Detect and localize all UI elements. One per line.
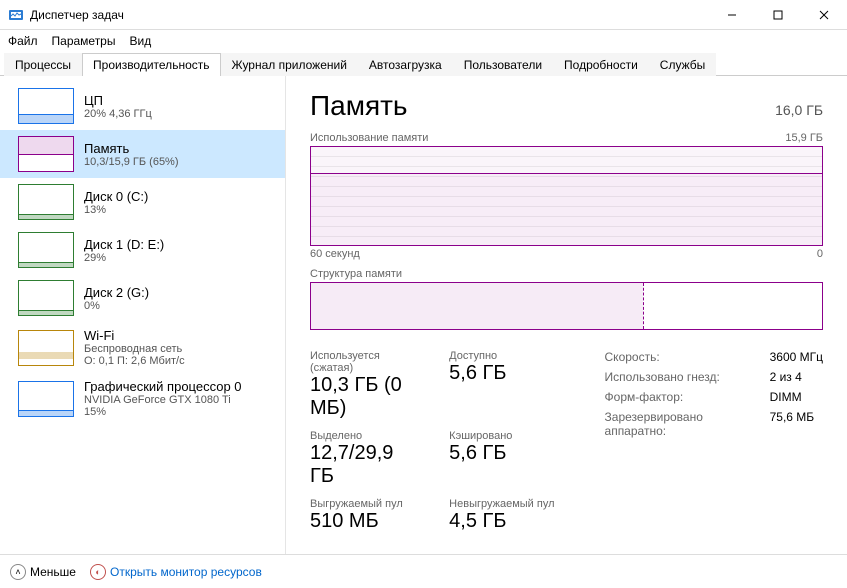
disk-thumb-icon xyxy=(18,280,74,316)
maximize-button[interactable] xyxy=(755,0,801,29)
sidebar-item-sub: Беспроводная сеть xyxy=(84,343,185,355)
menubar: Файл Параметры Вид xyxy=(0,30,847,52)
detail-total: 16,0 ГБ xyxy=(775,102,823,118)
detail-pane: Память 16,0 ГБ Использование памяти 15,9… xyxy=(286,76,847,554)
tab-startup[interactable]: Автозагрузка xyxy=(358,53,453,76)
stats-left: Используется (сжатая)10,3 ГБ (0 МБ) Дост… xyxy=(310,350,555,533)
usage-label: Использование памяти xyxy=(310,132,428,144)
stat-key: Доступно xyxy=(449,350,554,362)
sidebar-item-sub2: 15% xyxy=(84,406,242,418)
sidebar-item-label: Диск 0 (C:) xyxy=(84,189,148,204)
stat-val: DIMM xyxy=(770,390,823,404)
stat-val: 4,5 ГБ xyxy=(449,510,554,533)
footer: ˄ Меньше ◐ Открыть монитор ресурсов xyxy=(0,554,847,588)
sidebar-item-memory[interactable]: Память 10,3/15,9 ГБ (65%) xyxy=(0,130,285,178)
app-icon xyxy=(8,7,24,23)
minimize-button[interactable] xyxy=(709,0,755,29)
stat-key: Невыгружаемый пул xyxy=(449,498,554,510)
gpu-thumb-icon xyxy=(18,381,74,417)
titlebar: Диспетчер задач xyxy=(0,0,847,30)
sidebar-item-gpu[interactable]: Графический процессор 0 NVIDIA GeForce G… xyxy=(0,373,285,424)
memory-thumb-icon xyxy=(18,136,74,172)
stat-key: Использовано гнезд: xyxy=(605,370,748,384)
stat-key: Выделено xyxy=(310,430,421,442)
sidebar-item-label: Память xyxy=(84,141,179,156)
sidebar-item-sub: 10,3/15,9 ГБ (65%) xyxy=(84,156,179,168)
tab-processes[interactable]: Процессы xyxy=(4,53,82,76)
window-controls xyxy=(709,0,847,29)
struct-label: Структура памяти xyxy=(310,268,823,280)
content: ЦП 20% 4,36 ГГц Память 10,3/15,9 ГБ (65%… xyxy=(0,76,847,554)
sidebar-item-label: Графический процессор 0 xyxy=(84,379,242,394)
tab-performance[interactable]: Производительность xyxy=(82,53,220,76)
sidebar-item-label: Диск 2 (G:) xyxy=(84,285,149,300)
sidebar-item-sub2: О: 0,1 П: 2,6 Мбит/с xyxy=(84,355,185,367)
tab-apphistory[interactable]: Журнал приложений xyxy=(221,53,358,76)
cpu-thumb-icon xyxy=(18,88,74,124)
stat-val: 2 из 4 xyxy=(770,370,823,384)
stat-val: 510 МБ xyxy=(310,510,421,533)
sidebar-item-wifi[interactable]: Wi-Fi Беспроводная сеть О: 0,1 П: 2,6 Мб… xyxy=(0,322,285,373)
sidebar-item-label: Wi-Fi xyxy=(84,328,185,343)
resmon-icon: ◐ xyxy=(90,564,106,580)
stat-key: Кэшировано xyxy=(449,430,554,442)
open-resource-monitor-link[interactable]: ◐ Открыть монитор ресурсов xyxy=(90,564,262,580)
stat-key: Зарезервировано аппаратно: xyxy=(605,410,748,438)
sidebar-item-cpu[interactable]: ЦП 20% 4,36 ГГц xyxy=(0,82,285,130)
menu-view[interactable]: Вид xyxy=(129,34,151,48)
sidebar-item-sub: 29% xyxy=(84,252,164,264)
close-button[interactable] xyxy=(801,0,847,29)
sidebar-item-label: Диск 1 (D: E:) xyxy=(84,237,164,252)
window-title: Диспетчер задач xyxy=(30,8,709,22)
sidebar: ЦП 20% 4,36 ГГц Память 10,3/15,9 ГБ (65%… xyxy=(0,76,286,554)
chevron-up-icon: ˄ xyxy=(10,564,26,580)
time-left: 60 секунд xyxy=(310,248,360,260)
stat-val: 5,6 ГБ xyxy=(449,442,554,465)
tabbar: Процессы Производительность Журнал прило… xyxy=(0,52,847,76)
time-right: 0 xyxy=(817,248,823,260)
tab-services[interactable]: Службы xyxy=(649,53,716,76)
stat-val: 3600 МГц xyxy=(770,350,823,364)
stat-val: 10,3 ГБ (0 МБ) xyxy=(310,374,421,420)
stat-val: 12,7/29,9 ГБ xyxy=(310,442,421,488)
sidebar-item-sub: 20% 4,36 ГГц xyxy=(84,108,152,120)
disk-thumb-icon xyxy=(18,232,74,268)
stat-val: 75,6 МБ xyxy=(770,410,823,438)
tab-details[interactable]: Подробности xyxy=(553,53,649,76)
sidebar-item-sub: 13% xyxy=(84,204,148,216)
memory-composition-graph xyxy=(310,282,823,330)
fewer-details-label: Меньше xyxy=(30,565,76,579)
net-thumb-icon xyxy=(18,330,74,366)
sidebar-item-sub: NVIDIA GeForce GTX 1080 Ti xyxy=(84,394,242,406)
stat-key: Форм-фактор: xyxy=(605,390,748,404)
menu-options[interactable]: Параметры xyxy=(52,34,116,48)
detail-heading: Память xyxy=(310,90,408,122)
sidebar-item-label: ЦП xyxy=(84,93,152,108)
stat-val: 5,6 ГБ xyxy=(449,362,554,385)
sidebar-item-disk0[interactable]: Диск 0 (C:) 13% xyxy=(0,178,285,226)
stat-key: Выгружаемый пул xyxy=(310,498,421,510)
sidebar-item-sub: 0% xyxy=(84,300,149,312)
fewer-details-button[interactable]: ˄ Меньше xyxy=(10,564,76,580)
stat-key: Используется (сжатая) xyxy=(310,350,421,374)
sidebar-item-disk1[interactable]: Диск 1 (D: E:) 29% xyxy=(0,226,285,274)
usage-max: 15,9 ГБ xyxy=(785,132,823,144)
sidebar-item-disk2[interactable]: Диск 2 (G:) 0% xyxy=(0,274,285,322)
stat-key: Скорость: xyxy=(605,350,748,364)
tab-users[interactable]: Пользователи xyxy=(453,53,553,76)
resmon-label: Открыть монитор ресурсов xyxy=(110,565,262,579)
menu-file[interactable]: Файл xyxy=(8,34,38,48)
stats-right: Скорость: 3600 МГц Использовано гнезд: 2 и… xyxy=(605,350,823,533)
disk-thumb-icon xyxy=(18,184,74,220)
memory-usage-graph xyxy=(310,146,823,246)
